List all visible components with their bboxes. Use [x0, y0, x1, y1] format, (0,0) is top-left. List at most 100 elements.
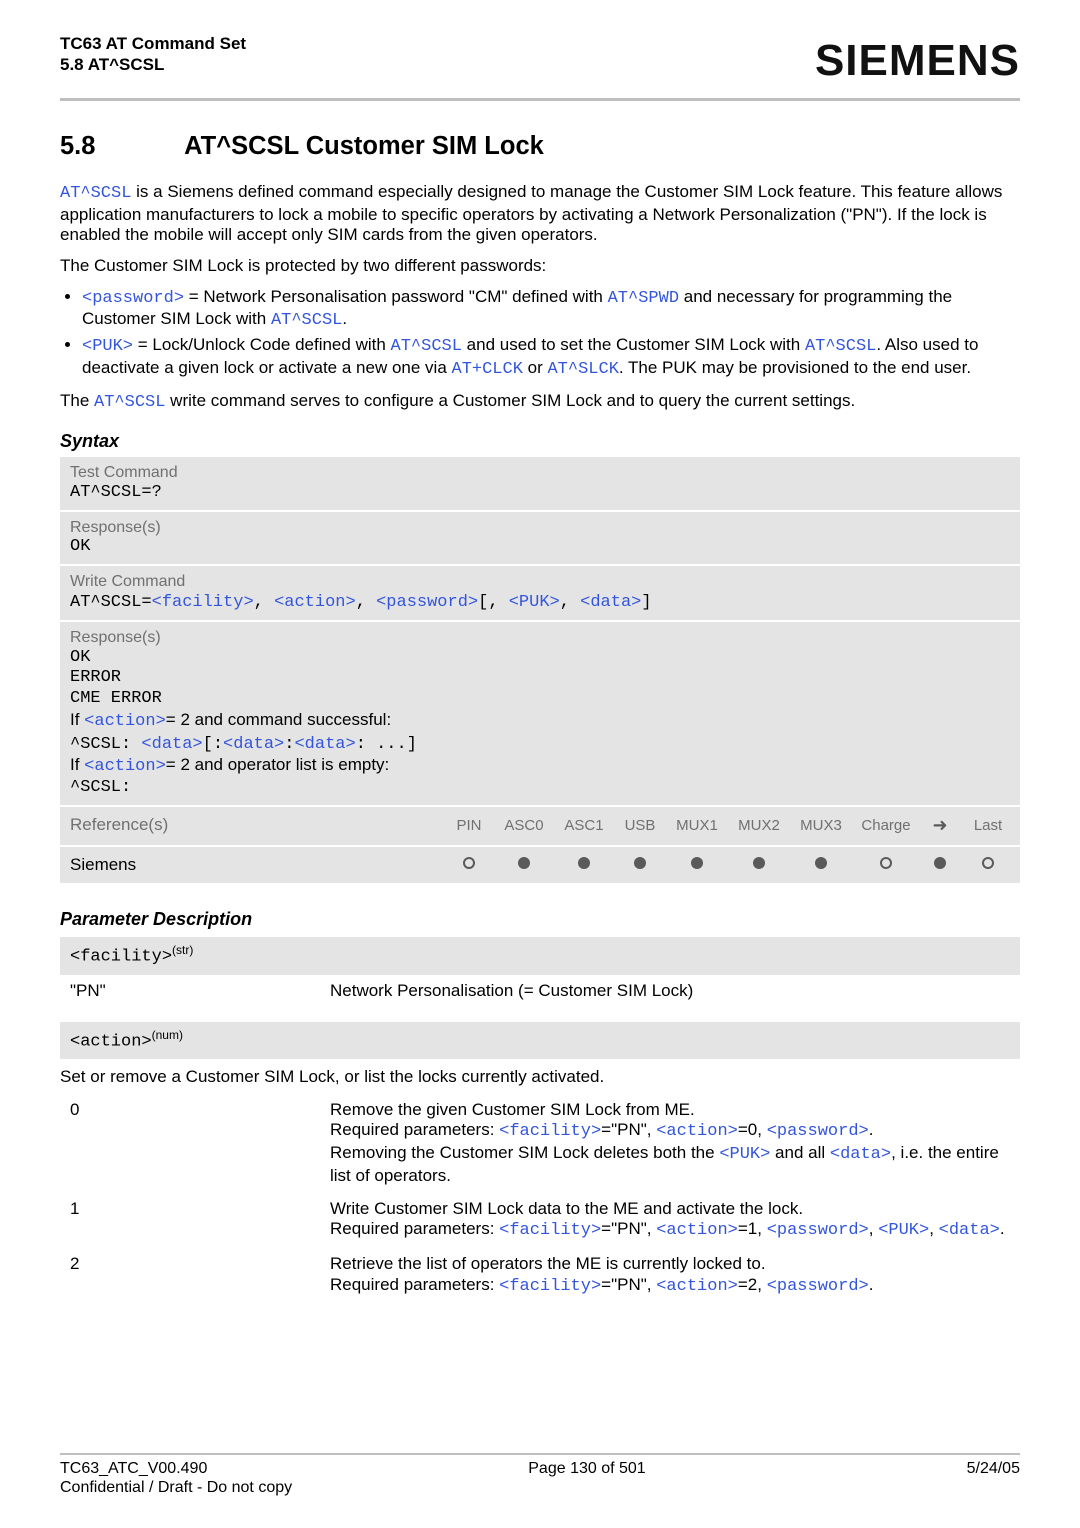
param-link[interactable]: <action> — [656, 1221, 738, 1240]
param-link[interactable]: <data> — [830, 1145, 891, 1164]
text: , — [929, 1219, 938, 1238]
param-link[interactable]: <facility> — [499, 1277, 601, 1296]
dot-arrow — [926, 856, 954, 874]
line: Required parameters: <facility>="PN", <a… — [330, 1275, 1010, 1298]
row-test-command: Test Command AT^SCSL=? — [60, 457, 1020, 509]
text: = 2 and operator list is empty: — [166, 755, 389, 774]
param-key: 2 — [70, 1254, 330, 1297]
line: Required parameters: <facility>="PN", <a… — [330, 1219, 1010, 1242]
param-link[interactable]: <data> — [141, 735, 202, 754]
text: ] — [641, 593, 651, 612]
cmd-link[interactable]: AT^SPWD — [608, 289, 679, 308]
param-link[interactable]: <action> — [84, 712, 166, 731]
text: [: — [203, 735, 223, 754]
dot-last — [966, 856, 1010, 874]
dot-asc0 — [500, 856, 548, 874]
text: and all — [770, 1143, 830, 1162]
cmd-link[interactable]: AT^SCSL — [391, 337, 462, 356]
param-link[interactable]: <action> — [84, 757, 166, 776]
param-link[interactable]: <password> — [376, 593, 478, 612]
param-action-lead: Set or remove a Customer SIM Lock, or li… — [60, 1067, 1020, 1088]
col-mux3: MUX3 — [796, 817, 846, 835]
dot-pin — [450, 856, 488, 874]
cmd-link[interactable]: AT^SLCK — [547, 360, 618, 379]
param-link[interactable]: <data> — [223, 735, 284, 754]
param-link[interactable]: <data> — [580, 593, 641, 612]
text: . The PUK may be provisioned to the end … — [619, 358, 971, 377]
text: . — [869, 1275, 874, 1294]
write-response-body: OK ERROR CME ERROR If <action>= 2 and co… — [70, 648, 1010, 799]
text: , — [560, 593, 580, 612]
param-link[interactable]: <PUK> — [878, 1221, 929, 1240]
col-asc1: ASC1 — [560, 817, 608, 835]
write-command-text: AT^SCSL=<facility>, <action>, <password>… — [70, 591, 1010, 614]
param-link[interactable]: <password> — [767, 1221, 869, 1240]
param-key: 0 — [70, 1100, 330, 1187]
param-link[interactable]: <facility> — [499, 1221, 601, 1240]
footer-center: Page 130 of 501 — [528, 1459, 645, 1479]
syntax-table: Test Command AT^SCSL=? Response(s) OK Wr… — [60, 457, 1020, 883]
param-link[interactable]: <password> — [767, 1122, 869, 1141]
text: ="PN", — [601, 1219, 656, 1238]
param-link[interactable]: <action> — [656, 1122, 738, 1141]
param-link[interactable]: <data> — [294, 735, 355, 754]
cmd-link[interactable]: AT^SCSL — [805, 337, 876, 356]
param-link[interactable]: <PUK> — [509, 593, 560, 612]
param-link[interactable]: <password> — [767, 1277, 869, 1296]
reference-name: Siemens — [70, 855, 450, 876]
text: If — [70, 710, 84, 729]
text: Required parameters: — [330, 1275, 499, 1294]
col-mux2: MUX2 — [734, 817, 784, 835]
param-action-sup: (num) — [152, 1028, 183, 1042]
param-link[interactable]: <PUK> — [82, 337, 133, 356]
text: ^SCSL: — [70, 735, 141, 754]
cmd-link[interactable]: AT^SCSL — [60, 184, 131, 203]
footer-right: 5/24/05 — [967, 1459, 1020, 1479]
cmd-link[interactable]: AT+CLCK — [452, 360, 523, 379]
dot-charge — [858, 856, 914, 874]
param-link[interactable]: <facility> — [499, 1122, 601, 1141]
param-link[interactable]: <data> — [939, 1221, 1000, 1240]
references-label: Reference(s) — [70, 815, 450, 836]
line: Remove the given Customer SIM Lock from … — [330, 1100, 1010, 1121]
availability-header: Reference(s) PIN ASC0 ASC1 USB MUX1 MUX2… — [60, 805, 1020, 845]
text: = Network Personalisation password "CM" … — [184, 287, 608, 306]
text: or — [523, 358, 548, 377]
password-bullets: <password> = Network Personalisation pas… — [60, 287, 1020, 381]
dot-usb — [620, 856, 660, 874]
cmd-link[interactable]: AT^SCSL — [271, 311, 342, 330]
text: AT^SCSL= — [70, 593, 152, 612]
param-action-name: <action> — [70, 1032, 152, 1051]
text: If — [70, 755, 84, 774]
availability-columns: PIN ASC0 ASC1 USB MUX1 MUX2 MUX3 Charge … — [450, 815, 1010, 837]
param-link[interactable]: <facility> — [152, 593, 254, 612]
text: . — [342, 309, 347, 328]
col-mux1: MUX1 — [672, 817, 722, 835]
text: The — [60, 391, 94, 410]
text: write command serves to configure a Cust… — [165, 391, 855, 410]
label-test-command: Test Command — [70, 463, 1010, 483]
availability-dots — [450, 856, 1010, 874]
footer-left: TC63_ATC_V00.490 — [60, 1459, 207, 1479]
text: : ...] — [356, 735, 417, 754]
cmd-link[interactable]: AT^SCSL — [94, 393, 165, 412]
availability-row-siemens: Siemens — [60, 845, 1020, 884]
text: Removing the Customer SIM Lock deletes b… — [330, 1143, 719, 1162]
line: Required parameters: <facility>="PN", <a… — [330, 1120, 1010, 1143]
param-action-header: <action>(num) — [60, 1022, 1020, 1059]
text: [, — [478, 593, 509, 612]
resp-if-empty: If <action>= 2 and operator list is empt… — [70, 755, 1010, 778]
brand-logo: SIEMENS — [815, 34, 1020, 88]
param-link[interactable]: <password> — [82, 289, 184, 308]
bullet-password: <password> = Network Personalisation pas… — [82, 287, 1020, 332]
intro-text: is a Siemens defined command especially … — [60, 182, 1002, 244]
text: : — [284, 735, 294, 754]
dot-mux2 — [734, 856, 784, 874]
param-link[interactable]: <PUK> — [719, 1145, 770, 1164]
param-val: Remove the given Customer SIM Lock from … — [330, 1100, 1010, 1187]
param-link[interactable]: <action> — [656, 1277, 738, 1296]
dot-mux3 — [796, 856, 846, 874]
text: Required parameters: — [330, 1120, 499, 1139]
param-link[interactable]: <action> — [274, 593, 356, 612]
col-arrow-icon: ➜ — [926, 815, 954, 837]
